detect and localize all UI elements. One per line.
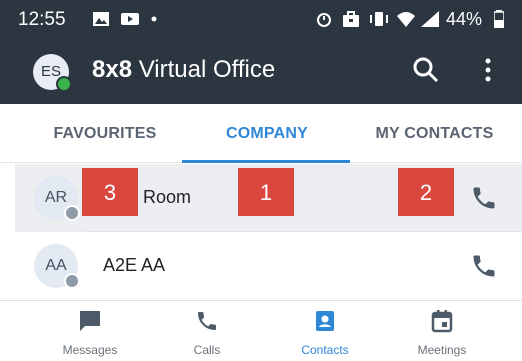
contact-row[interactable]: AA A2E AA bbox=[15, 232, 522, 300]
user-avatar[interactable]: ES bbox=[33, 54, 72, 92]
search-icon[interactable] bbox=[412, 56, 440, 84]
active-tab-indicator bbox=[182, 160, 350, 163]
tab-my-contacts[interactable]: MY CONTACTS bbox=[362, 104, 507, 162]
call-phone-icon[interactable] bbox=[470, 184, 498, 212]
call-phone-icon[interactable] bbox=[470, 252, 498, 280]
status-time: 12:55 bbox=[18, 9, 66, 30]
nav-messages[interactable]: Messages bbox=[40, 301, 140, 361]
battery-icon bbox=[494, 10, 504, 28]
tab-company[interactable]: COMPANY bbox=[184, 104, 350, 162]
brand-name: 8x8 bbox=[92, 56, 133, 83]
nav-contacts[interactable]: Contacts bbox=[275, 301, 375, 361]
battery-percentage: 44% bbox=[446, 9, 483, 29]
contact-avatar: AR bbox=[34, 176, 80, 221]
annotation-badge: 3 bbox=[82, 168, 138, 216]
app-title: 8x8 Virtual Office bbox=[92, 56, 275, 84]
contact-initials: AR bbox=[44, 189, 68, 206]
cell-signal-icon bbox=[421, 11, 439, 27]
annotation-badge: 2 bbox=[398, 168, 454, 216]
app-bar: ES 8x8 Virtual Office bbox=[0, 38, 522, 104]
gallery-icon bbox=[93, 12, 109, 26]
contacts-icon bbox=[316, 311, 334, 331]
video-notification-icon bbox=[121, 13, 139, 25]
nav-meetings[interactable]: Meetings bbox=[392, 301, 492, 361]
status-bar: 12:55 44% bbox=[0, 0, 522, 38]
nav-calls[interactable]: Calls bbox=[157, 301, 257, 361]
contact-initials: AA bbox=[45, 257, 67, 274]
contact-name: Room bbox=[143, 187, 192, 207]
work-profile-icon bbox=[343, 11, 359, 27]
product-name: Virtual Office bbox=[138, 56, 276, 83]
presence-online-indicator bbox=[56, 76, 72, 92]
contact-avatar: AA bbox=[34, 244, 80, 289]
nav-label: Calls bbox=[193, 343, 221, 357]
phone-icon bbox=[198, 312, 216, 330]
bottom-navigation: Messages Calls Contacts Meetings bbox=[0, 300, 522, 361]
tab-favourites[interactable]: FAVOURITES bbox=[30, 104, 180, 162]
more-notifications-icon bbox=[151, 16, 157, 22]
wifi-icon bbox=[397, 12, 415, 27]
calendar-icon bbox=[431, 310, 453, 333]
nav-label: Messages bbox=[62, 343, 118, 357]
nav-label: Meetings bbox=[417, 343, 467, 357]
more-options-icon[interactable] bbox=[478, 56, 498, 84]
alarm-icon bbox=[317, 13, 331, 27]
presence-offline-indicator bbox=[64, 205, 80, 221]
nav-label: Contacts bbox=[301, 343, 349, 357]
message-icon bbox=[80, 311, 100, 331]
vibrate-icon bbox=[370, 12, 388, 26]
contact-name: A2E AA bbox=[103, 255, 166, 275]
presence-offline-indicator bbox=[64, 273, 80, 289]
annotation-badge: 1 bbox=[238, 168, 294, 216]
contacts-tabs: FAVOURITES COMPANY MY CONTACTS bbox=[0, 104, 522, 163]
